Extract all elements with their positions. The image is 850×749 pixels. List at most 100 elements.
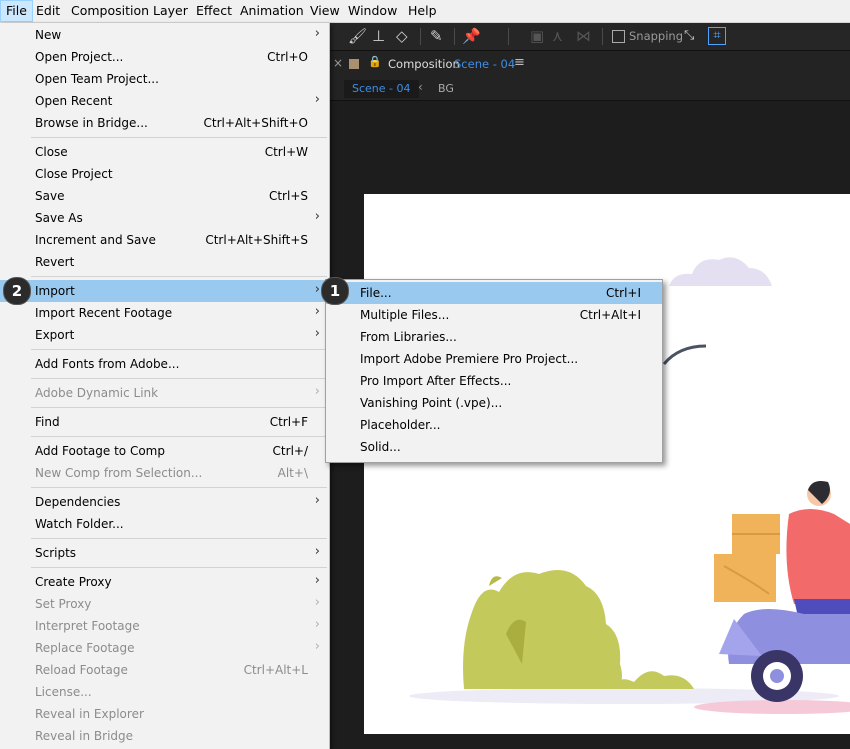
menu-item-scripts[interactable]: Scripts › — [0, 542, 329, 564]
menu-separator — [31, 538, 327, 539]
menu-item-shortcut: Ctrl+Alt+Shift+O — [203, 116, 308, 130]
import-item-multiple-files[interactable]: Multiple Files... Ctrl+Alt+I — [326, 304, 662, 326]
menu-item-label: Reveal in Bridge — [35, 729, 134, 743]
import-item-solid[interactable]: Solid... — [326, 436, 662, 458]
menu-item-label: Add Fonts from Adobe... — [35, 357, 180, 371]
menu-composition[interactable]: Composition — [66, 0, 154, 22]
menu-item-revert[interactable]: Revert — [0, 251, 329, 273]
menu-item-label: Close — [35, 145, 68, 159]
toolbar-divider — [420, 28, 421, 45]
menu-item-add-fonts-from-adobe[interactable]: Add Fonts from Adobe... — [0, 353, 329, 375]
menu-item-shortcut: Ctrl+Alt+L — [243, 663, 308, 677]
import-item-pro-import-after-effects[interactable]: Pro Import After Effects... — [326, 370, 662, 392]
menu-item-label: Close Project — [35, 167, 113, 181]
menu-item-increment-and-save[interactable]: Increment and Save Ctrl+Alt+Shift+S — [0, 229, 329, 251]
breadcrumb-active[interactable]: Scene - 04 — [344, 80, 419, 98]
menu-bar: File Edit Composition Layer Effect Animation V… — [0, 0, 850, 23]
menu-item-label: Increment and Save — [35, 233, 156, 247]
import-item-vanishing-point-vpe[interactable]: Vanishing Point (.vpe)... — [326, 392, 662, 414]
menu-item-label: File... — [360, 286, 392, 300]
breadcrumb-arrow-icon: ‹ — [418, 80, 423, 94]
submenu-arrow-icon: › — [314, 384, 320, 399]
menu-help[interactable]: Help — [403, 0, 442, 22]
import-item-file[interactable]: File... Ctrl+I — [326, 282, 662, 304]
menu-item-browse-in-bridge[interactable]: Browse in Bridge... Ctrl+Alt+Shift+O — [0, 112, 329, 134]
menu-item-shortcut: Ctrl+F — [269, 415, 308, 429]
menu-item-label: Export — [35, 328, 75, 342]
menu-item-create-proxy[interactable]: Create Proxy › — [0, 571, 329, 593]
menu-item-label: Create Proxy — [35, 575, 112, 589]
import-item-placeholder[interactable]: Placeholder... — [326, 414, 662, 436]
toolbar-divider — [508, 28, 509, 45]
menu-window[interactable]: Window — [343, 0, 402, 22]
menu-file[interactable]: File — [0, 0, 33, 22]
menu-layer[interactable]: Layer — [148, 0, 193, 22]
menu-effect[interactable]: Effect — [191, 0, 237, 22]
menu-item-shortcut: Ctrl+Alt+Shift+S — [205, 233, 308, 247]
menu-item-open-recent[interactable]: Open Recent › — [0, 90, 329, 112]
menu-item-label: Open Recent — [35, 94, 113, 108]
menu-item-close-project[interactable]: Close Project — [0, 163, 329, 185]
menu-item-label: Pro Import After Effects... — [360, 374, 512, 388]
composition-panel-header: × 🔒 Composition Scene - 04 ≡ — [330, 51, 850, 78]
menu-item-add-footage-to-comp[interactable]: Add Footage to Comp Ctrl+/ — [0, 440, 329, 462]
world-axis-icon[interactable]: ⋏ — [552, 27, 563, 45]
local-axis-icon[interactable]: ▣ — [530, 27, 544, 45]
menu-item-label: Add Footage to Comp — [35, 444, 165, 458]
brush-tool-icon[interactable]: 🖌 — [348, 27, 367, 45]
menu-item-shortcut: Ctrl+Alt+I — [579, 308, 641, 322]
menu-item-license: License... — [0, 681, 329, 703]
menu-item-close[interactable]: Close Ctrl+W — [0, 141, 329, 163]
lock-icon[interactable]: 🔒 — [368, 55, 382, 68]
panel-menu-icon[interactable]: ≡ — [514, 55, 525, 70]
menu-animation[interactable]: Animation — [235, 0, 309, 22]
menu-item-new[interactable]: New › — [0, 24, 329, 46]
menu-item-save[interactable]: Save Ctrl+S — [0, 185, 329, 207]
menu-item-label: Browse in Bridge... — [35, 116, 148, 130]
menu-item-shortcut: Ctrl+I — [606, 286, 641, 300]
menu-item-shortcut: Ctrl+W — [264, 145, 308, 159]
snap-edges-icon[interactable]: ⤡ — [684, 27, 694, 45]
menu-item-new-comp-from-selection: New Comp from Selection... Alt+\ — [0, 462, 329, 484]
menu-item-dependencies[interactable]: Dependencies › — [0, 491, 329, 513]
panel-comp-name: Scene - 04 — [454, 57, 516, 71]
menu-edit[interactable]: Edit — [31, 0, 65, 22]
menu-item-import[interactable]: Import › — [0, 280, 329, 302]
bird-line — [662, 344, 707, 365]
import-item-from-libraries[interactable]: From Libraries... — [326, 326, 662, 348]
menu-item-export[interactable]: Export › — [0, 324, 329, 346]
menu-item-save-as[interactable]: Save As › — [0, 207, 329, 229]
submenu-arrow-icon: › — [314, 209, 320, 224]
composition-canvas[interactable] — [364, 194, 850, 734]
menu-item-adobe-dynamic-link: Adobe Dynamic Link › — [0, 382, 329, 404]
menu-item-label: Scripts — [35, 546, 77, 560]
menu-view[interactable]: View — [305, 0, 345, 22]
file-menu: New › Open Project... Ctrl+O Open Team Proje… — [0, 23, 330, 749]
submenu-arrow-icon: › — [314, 639, 320, 654]
menu-item-label: Placeholder... — [360, 418, 441, 432]
menu-item-watch-folder[interactable]: Watch Folder... — [0, 513, 329, 535]
submenu-arrow-icon: › — [314, 326, 320, 341]
close-panel-icon[interactable]: × — [333, 56, 343, 70]
import-item-import-adobe-premiere-pro-project[interactable]: Import Adobe Premiere Pro Project... — [326, 348, 662, 370]
breadcrumb-next[interactable]: BG — [438, 82, 454, 95]
menu-item-import-recent-footage[interactable]: Import Recent Footage › — [0, 302, 329, 324]
rider-shirt — [786, 509, 850, 604]
menu-item-label: Solid... — [360, 440, 401, 454]
snap-features-icon[interactable]: ⌗ — [708, 27, 726, 45]
menu-item-label: Open Team Project... — [35, 72, 159, 86]
snapping-checkbox[interactable] — [612, 30, 625, 43]
submenu-arrow-icon: › — [314, 282, 320, 297]
menu-item-reveal-in-explorer: Reveal in Explorer — [0, 703, 329, 725]
menu-item-label: Reload Footage — [35, 663, 128, 677]
menu-item-label: Adobe Dynamic Link — [35, 386, 159, 400]
roto-brush-tool-icon[interactable]: ✎ — [430, 27, 443, 45]
menu-item-find[interactable]: Find Ctrl+F — [0, 411, 329, 433]
puppet-pin-tool-icon[interactable]: 📌 — [462, 27, 481, 45]
menu-item-open-project[interactable]: Open Project... Ctrl+O — [0, 46, 329, 68]
eraser-tool-icon[interactable]: ◇ — [396, 27, 408, 45]
clone-stamp-tool-icon[interactable]: ⊥ — [372, 27, 385, 45]
menu-item-open-team-project[interactable]: Open Team Project... — [0, 68, 329, 90]
submenu-arrow-icon: › — [314, 617, 320, 632]
view-axis-icon[interactable]: ⋈ — [576, 27, 591, 45]
